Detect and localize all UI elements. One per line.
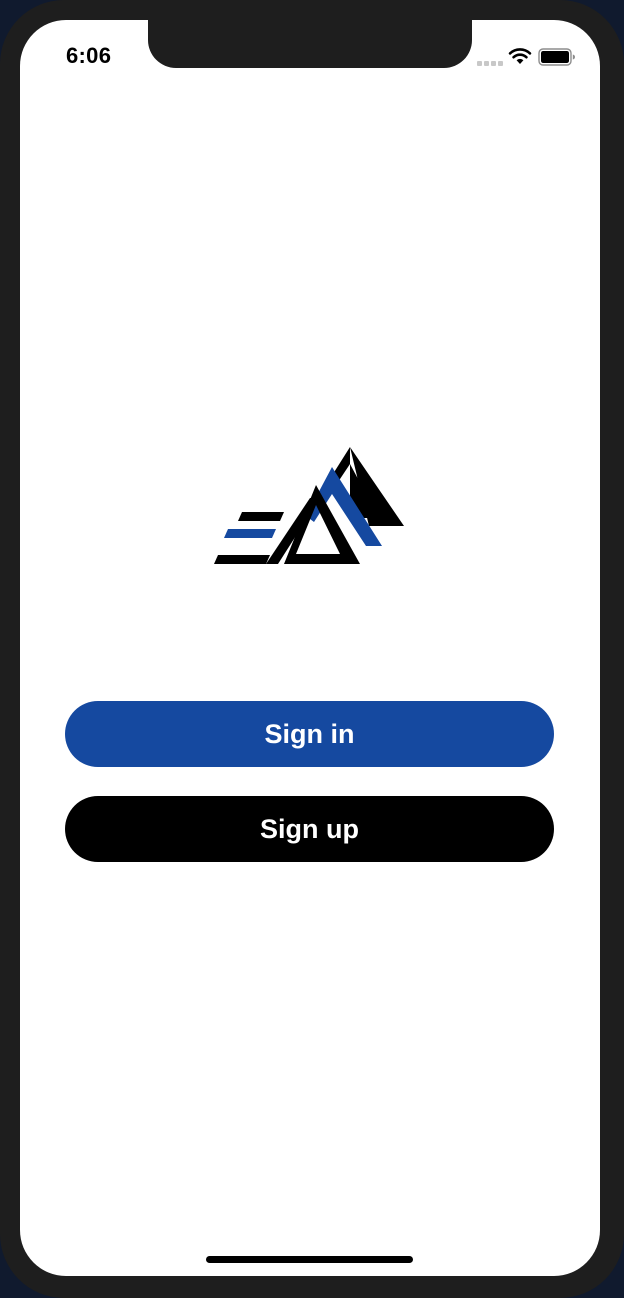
battery-icon — [538, 48, 575, 66]
sign-in-button[interactable]: Sign in — [65, 701, 554, 767]
app-screen: 6:06 Sign in Sign up — [20, 20, 600, 1276]
home-indicator[interactable] — [206, 1256, 413, 1263]
device-frame: 6:06 Sign in Sign up — [0, 0, 624, 1298]
mountain-logo-icon — [214, 447, 404, 564]
device-notch — [148, 20, 472, 68]
sign-up-button[interactable]: Sign up — [65, 796, 554, 862]
wifi-icon — [508, 48, 532, 64]
status-bar-time: 6:06 — [66, 43, 112, 68]
signal-icon — [477, 60, 503, 66]
